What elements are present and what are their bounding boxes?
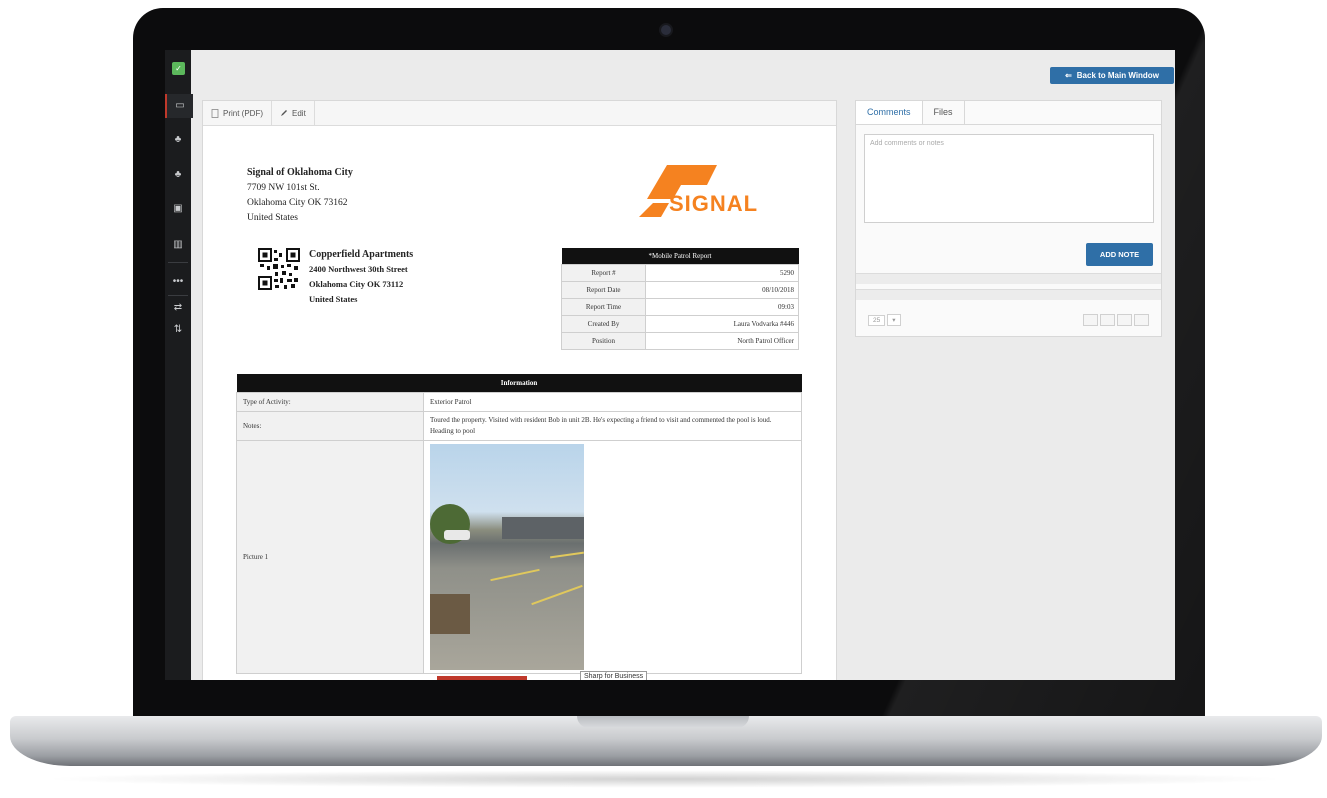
position-label: Position: [561, 332, 646, 350]
webcam: [661, 25, 671, 35]
photo-curb: [430, 594, 470, 634]
site-country: United States: [309, 294, 358, 304]
tooltip: Sharp for Business: [580, 671, 648, 680]
sitemap-icon[interactable]: ♣: [165, 128, 191, 152]
comments-panel: Comments Files Add comments or notes ADD…: [855, 100, 1162, 337]
photo-building: [502, 517, 584, 539]
page-size-select[interactable]: 25 ▾: [868, 314, 901, 326]
report-toolbar: Print (PDF) Edit: [203, 101, 836, 126]
table-row: Report Time 09:03: [561, 298, 799, 316]
first-page-button[interactable]: [1083, 314, 1098, 326]
page-size-value: 25: [868, 314, 886, 326]
monitor-icon[interactable]: ▭: [165, 94, 193, 118]
table-row: Report Date 08/10/2018: [561, 281, 799, 299]
report-number-value: 5290: [645, 264, 799, 282]
report-number-label: Report #: [561, 264, 646, 282]
site-address-line2: Oklahoma City OK 73112: [309, 279, 404, 289]
back-to-main-window-button[interactable]: ⇐ Back to Main Window: [1050, 67, 1174, 84]
app-screen: ✓ ▭ ♣ ♣ ▣ ▥ ••• ⇄ ⇅ ⇐ Back to Main Windo…: [165, 50, 1175, 680]
chart-icon[interactable]: ▥: [165, 233, 191, 257]
company-address-line1: 7709 NW 101st St.: [247, 183, 320, 193]
sort-icon[interactable]: ⇅: [165, 318, 191, 342]
picture-cell: [423, 440, 802, 674]
last-page-button[interactable]: [1134, 314, 1149, 326]
pagination-nav: [1083, 314, 1149, 326]
report-time-value: 09:03: [645, 298, 799, 316]
switch-icon[interactable]: ⇄: [165, 296, 191, 320]
table-row: Report #5290: [561, 264, 799, 282]
chevron-down-icon: ▾: [887, 314, 901, 326]
report-date-value: 08/10/2018: [645, 281, 799, 299]
notes-label: Notes:: [236, 411, 424, 441]
site-address-line1: 2400 Northwest 30th Street: [309, 264, 408, 274]
tab-files[interactable]: Files: [923, 101, 965, 124]
more-icon[interactable]: •••: [165, 270, 191, 294]
picture-label: Picture 1: [236, 440, 424, 674]
photo-parking-line: [490, 568, 540, 582]
document-icon: [211, 108, 219, 118]
company-name: Signal of Oklahoma City: [247, 167, 353, 178]
table-row: Type of Activity: Exterior Patrol: [236, 392, 802, 412]
company-country: United States: [247, 213, 298, 223]
comments-tabs: Comments Files: [856, 101, 1161, 125]
prev-page-button[interactable]: [1100, 314, 1115, 326]
app-logo-icon[interactable]: ✓: [172, 62, 185, 75]
notes-value: Toured the property. Visited with reside…: [423, 411, 802, 441]
back-button-label: Back to Main Window: [1076, 71, 1159, 80]
comments-textarea[interactable]: Add comments or notes: [864, 134, 1154, 223]
patrol-report-table: *Mobile Patrol Report Report #5290 Repor…: [561, 248, 799, 350]
back-icon: ⇐: [1065, 71, 1072, 80]
table-row: Created By Laura Vodvarka #446: [561, 315, 799, 333]
laptop-shadow: [40, 770, 1290, 788]
photo-parking-line: [550, 551, 584, 559]
qr-code-icon: [258, 248, 300, 290]
photo-parking-line: [531, 584, 583, 606]
edit-label: Edit: [292, 108, 306, 118]
created-by-label: Created By: [561, 315, 646, 333]
site-name: Copperfield Apartments: [309, 249, 414, 260]
table-row: Position North Patrol Officer: [561, 332, 799, 350]
print-label: Print (PDF): [223, 108, 263, 118]
calendar-icon[interactable]: ▣: [165, 197, 191, 221]
position-value: North Patrol Officer: [645, 332, 799, 350]
tab-comments[interactable]: Comments: [856, 101, 923, 124]
site-block: Copperfield Apartments 2400 Northwest 30…: [309, 247, 413, 307]
information-title: Information: [236, 374, 802, 393]
report-panel: Print (PDF) Edit Signal of Oklahoma City…: [202, 100, 837, 680]
edit-button[interactable]: Edit: [272, 101, 315, 125]
company-address-line2: Oklahoma City OK 73162: [247, 198, 348, 208]
sidebar-divider: [168, 262, 188, 263]
sidebar: ✓ ▭ ♣ ♣ ▣ ▥ ••• ⇄ ⇅: [165, 50, 193, 680]
company-block: Signal of Oklahoma City 7709 NW 101st St…: [247, 165, 353, 226]
photo-car: [444, 530, 470, 540]
signal-logo-text: SIGNAL: [669, 191, 759, 216]
pencil-icon: [281, 110, 287, 116]
comments-list-band: [856, 273, 1161, 284]
add-note-button[interactable]: ADD NOTE: [1086, 243, 1153, 266]
print-pdf-button[interactable]: Print (PDF): [203, 101, 272, 125]
laptop-notch: [577, 716, 749, 728]
report-date-label: Report Date: [561, 281, 646, 299]
patrol-photo[interactable]: [430, 444, 584, 670]
patrol-report-title: *Mobile Patrol Report: [561, 248, 799, 265]
next-page-button[interactable]: [1117, 314, 1132, 326]
created-by-value: Laura Vodvarka #446: [645, 315, 799, 333]
sitemap-icon[interactable]: ♣: [165, 163, 191, 187]
report-time-label: Report Time: [561, 298, 646, 316]
activity-type-value: Exterior Patrol: [423, 392, 802, 412]
red-attachment-bar: [437, 676, 527, 680]
information-table: Information Type of Activity: Exterior Pa…: [236, 374, 802, 674]
table-row: Picture 1: [236, 440, 802, 674]
activity-type-label: Type of Activity:: [236, 392, 424, 412]
comments-list-band: [856, 289, 1161, 300]
table-row: Notes: Toured the property. Visited with …: [236, 411, 802, 441]
